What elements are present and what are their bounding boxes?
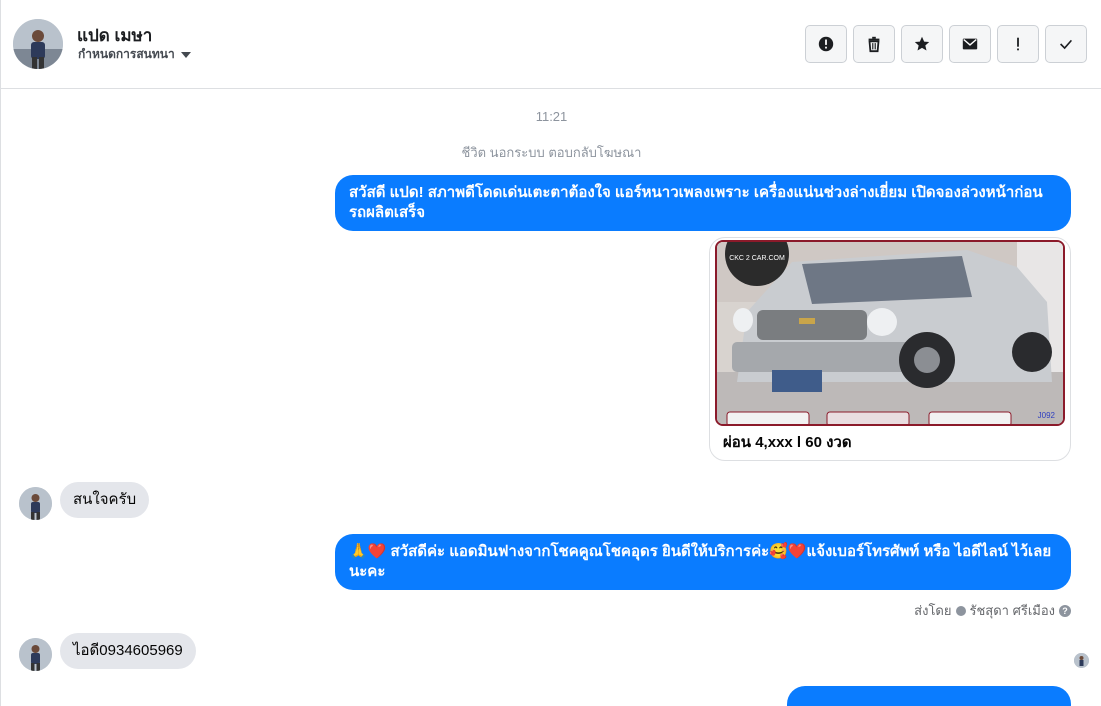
trash-icon bbox=[868, 36, 880, 53]
envelope-icon bbox=[962, 38, 978, 50]
message-incoming[interactable]: ไอดี0934605969 bbox=[60, 633, 196, 669]
sent-by-agent-name[interactable]: รัชสุดา ศรีเมือง bbox=[970, 600, 1056, 621]
star-icon bbox=[914, 36, 930, 51]
message-outgoing[interactable]: 🙏❤️ สวัสดีค่ะ แอดมินฟางจากโชคคูณโชคอุดร … bbox=[335, 534, 1071, 590]
card-caption: ผ่อน 4,xxx l 60 งวด bbox=[723, 434, 852, 451]
contact-avatar-photo bbox=[19, 487, 52, 520]
read-receipt-photo bbox=[1074, 653, 1089, 668]
star-button[interactable] bbox=[901, 25, 943, 63]
pickup-truck-image: CKC 2 CAR.COM J092 bbox=[717, 242, 1063, 424]
mark-unread-button[interactable] bbox=[949, 25, 991, 63]
contact-avatar-small[interactable] bbox=[19, 638, 52, 671]
ad-reply-note: ชีวิต นอกระบบ ตอบกลับโฆษณา bbox=[461, 145, 642, 160]
contact-avatar[interactable] bbox=[13, 19, 63, 69]
ad-card-message[interactable]: CKC 2 CAR.COM J092 ผ่อน 4,xxx l 60 งวด bbox=[709, 237, 1071, 461]
watermark-text: CKC 2 CAR.COM bbox=[729, 255, 785, 262]
agent-dot-icon bbox=[955, 605, 966, 616]
contact-avatar-small[interactable] bbox=[19, 487, 52, 520]
message-incoming[interactable]: สนใจครับ bbox=[60, 482, 150, 518]
message-outgoing-partial[interactable] bbox=[787, 686, 1071, 706]
mark-spam-button[interactable] bbox=[805, 25, 847, 63]
delete-button[interactable] bbox=[853, 25, 895, 63]
check-icon bbox=[1060, 39, 1073, 50]
conversation-pane: แปด เมษา กำหนดการสนทนา 11:21 ชีวิต นอกระ… bbox=[0, 0, 1101, 706]
conversation-header: แปด เมษา กำหนดการสนทนา bbox=[1, 0, 1101, 89]
alert-circle-icon bbox=[818, 36, 834, 52]
header-toolbar bbox=[805, 25, 1087, 63]
help-icon[interactable]: ? bbox=[1059, 604, 1071, 617]
sent-by-label: ส่งโดย bbox=[914, 603, 952, 618]
sent-by-note: ส่งโดย รัชสุดา ศรีเมือง ? bbox=[914, 600, 1071, 621]
message-thread[interactable]: 11:21 ชีวิต นอกระบบ ตอบกลับโฆษณา สวัสดี … bbox=[1, 90, 1101, 706]
contact-avatar-photo bbox=[13, 19, 63, 69]
message-outgoing[interactable]: สวัสดี แปด! สภาพดีโดดเด่นเตะตาต้องใจ แอร… bbox=[335, 175, 1071, 231]
mark-done-button[interactable] bbox=[1045, 25, 1087, 63]
caret-down-icon bbox=[180, 51, 191, 58]
contact-avatar-photo bbox=[19, 638, 52, 671]
conversation-schedule-label: กำหนดการสนทนา bbox=[78, 47, 175, 61]
car-photo[interactable]: CKC 2 CAR.COM J092 bbox=[715, 240, 1065, 426]
follow-up-button[interactable] bbox=[997, 25, 1039, 63]
conversation-schedule-dropdown[interactable]: กำหนดการสนทนา bbox=[78, 45, 191, 64]
read-receipt-avatar bbox=[1074, 653, 1089, 668]
message-timestamp: 11:21 bbox=[535, 109, 568, 124]
stock-code: J092 bbox=[1038, 411, 1056, 420]
exclamation-icon bbox=[1017, 37, 1019, 51]
